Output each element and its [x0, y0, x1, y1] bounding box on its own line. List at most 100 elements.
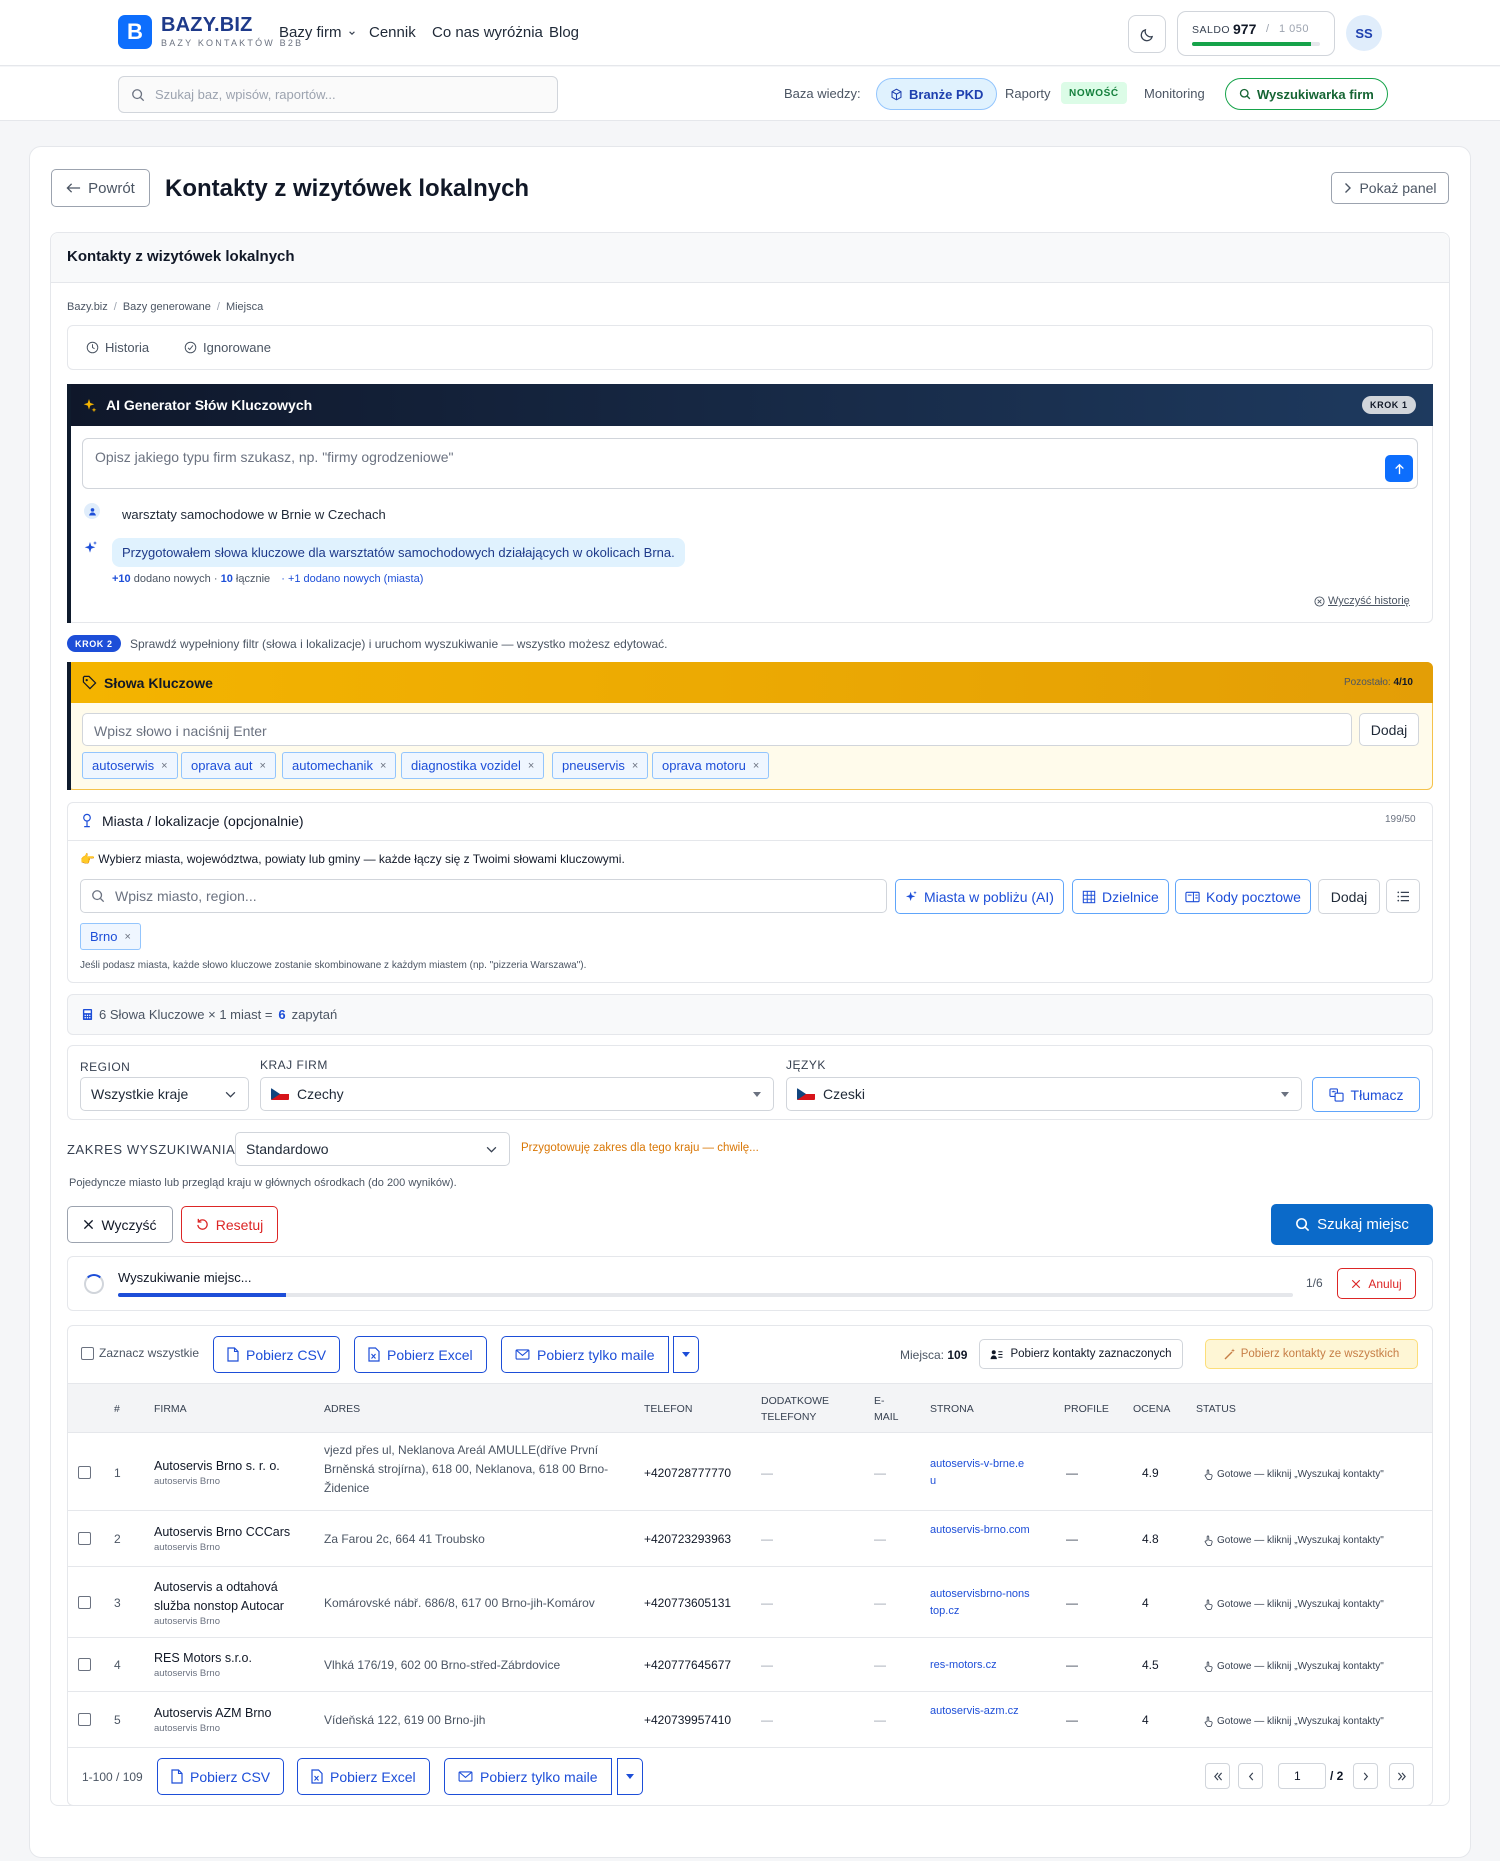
- download-emails-button[interactable]: Pobierz tylko maile: [501, 1336, 669, 1373]
- next-page-button[interactable]: [1353, 1763, 1378, 1789]
- row-checkbox[interactable]: [78, 1532, 91, 1545]
- keyword-tag[interactable]: autoserwis ×: [82, 752, 178, 779]
- keyword-tag[interactable]: automechanik ×: [282, 752, 397, 779]
- page-input[interactable]: 1: [1278, 1763, 1326, 1789]
- prev-page-button[interactable]: [1238, 1763, 1263, 1789]
- company-finder-button[interactable]: Wyszukiwarka firm: [1225, 78, 1388, 110]
- remove-tag-icon[interactable]: ×: [528, 760, 534, 772]
- country-select[interactable]: Czechy: [260, 1077, 774, 1111]
- monitoring-link[interactable]: Monitoring: [1144, 86, 1205, 101]
- table-row[interactable]: 3 Autoservis a odtahová služba nonstop Au…: [68, 1567, 1432, 1638]
- last-page-button[interactable]: [1389, 1763, 1414, 1789]
- brand-name[interactable]: BAZY.BIZ: [161, 14, 253, 37]
- website-link[interactable]: autoservis-brno.com: [930, 1522, 1030, 1539]
- back-button[interactable]: Powrót: [51, 169, 150, 207]
- website-link[interactable]: autoservisbrno-nonstop.cz: [930, 1586, 1030, 1620]
- download-excel-button[interactable]: Pobierz Excel: [354, 1336, 487, 1373]
- ignored-tab[interactable]: Ignorowane: [184, 340, 271, 355]
- scope-select[interactable]: Standardowo: [235, 1132, 510, 1166]
- pkd-industries-link[interactable]: Branże PKD: [876, 78, 998, 110]
- remove-tag-icon[interactable]: ×: [380, 760, 386, 772]
- remove-tag-icon[interactable]: ×: [161, 760, 167, 772]
- ai-prompt-input[interactable]: Opisz jakiego typu firm szukasz, np. "fi…: [82, 438, 1418, 489]
- get-selected-contacts-button[interactable]: Pobierz kontakty zaznaczonych: [979, 1339, 1183, 1369]
- add-location-button[interactable]: Dodaj: [1318, 879, 1380, 914]
- keyword-tag[interactable]: oprava aut ×: [181, 752, 276, 779]
- ai-send-button[interactable]: [1385, 455, 1413, 482]
- first-page-button[interactable]: [1205, 1763, 1230, 1789]
- cancel-button[interactable]: Anuluj: [1337, 1268, 1416, 1299]
- download-csv-button[interactable]: Pobierz CSV: [213, 1336, 341, 1373]
- translate-button[interactable]: Tłumacz: [1312, 1077, 1420, 1112]
- download-dropdown-button[interactable]: [617, 1758, 643, 1795]
- status-cell[interactable]: Gotowe — kliknij „Wyszukaj kontakty": [1204, 1657, 1384, 1676]
- add-keyword-button[interactable]: Dodaj: [1359, 713, 1419, 746]
- keyword-input[interactable]: Wpisz słowo i naciśnij Enter: [82, 713, 1352, 746]
- table-row[interactable]: 5 Autoservis AZM Brno autoservis Brno Vídeň…: [68, 1692, 1432, 1748]
- table-row[interactable]: 2 Autoservis Brno CCCars autoservis Brno Za…: [68, 1511, 1432, 1567]
- website-link[interactable]: autoservis-azm.cz: [930, 1703, 1030, 1720]
- download-dropdown-button[interactable]: [673, 1336, 699, 1373]
- list-button[interactable]: [1386, 879, 1420, 913]
- nav-cennik[interactable]: Cennik: [369, 24, 416, 41]
- download-emails-button[interactable]: Pobierz tylko maile: [444, 1758, 612, 1795]
- row-checkbox[interactable]: [78, 1713, 91, 1726]
- get-all-contacts-button[interactable]: Pobierz kontakty ze wszystkich: [1205, 1339, 1418, 1369]
- table-row[interactable]: 4 RES Motors s.r.o. autoservis Brno Vlhká 1…: [68, 1638, 1432, 1692]
- caret-down-icon: [682, 1352, 690, 1357]
- checkbox[interactable]: [81, 1346, 94, 1360]
- remove-tag-icon[interactable]: ×: [753, 760, 759, 772]
- search-places-button[interactable]: Szukaj miejsc: [1271, 1204, 1433, 1245]
- phone-cell[interactable]: +420777645677: [644, 1656, 731, 1675]
- districts-button[interactable]: Dzielnice: [1072, 879, 1169, 914]
- location-tag[interactable]: Brno ×: [80, 923, 141, 950]
- status-cell[interactable]: Gotowe — kliknij „Wyszukaj kontakty": [1204, 1465, 1384, 1484]
- postal-codes-button[interactable]: Kody pocztowe: [1175, 879, 1311, 914]
- saldo-progress-bar: [1192, 42, 1320, 46]
- tag-label: automechanik: [292, 758, 373, 773]
- breadcrumb-item[interactable]: Bazy.biz: [67, 301, 108, 313]
- region-select[interactable]: Wszystkie kraje: [80, 1077, 249, 1111]
- reports-link[interactable]: Raporty: [1005, 86, 1051, 101]
- nearby-cities-button[interactable]: Miasta w pobliżu (AI): [895, 879, 1064, 914]
- global-search-input[interactable]: Szukaj baz, wpisów, raportów...: [118, 76, 558, 113]
- download-excel-button[interactable]: Pobierz Excel: [297, 1758, 430, 1795]
- phone-cell[interactable]: +420723293963: [644, 1530, 731, 1549]
- keyword-tag[interactable]: pneuservis ×: [552, 752, 649, 779]
- keyword-tag[interactable]: oprava motoru ×: [652, 752, 770, 779]
- language-select[interactable]: Czeski: [786, 1077, 1302, 1111]
- reset-button[interactable]: Resetuj: [181, 1206, 278, 1243]
- remove-tag-icon[interactable]: ×: [124, 931, 130, 943]
- download-csv-button[interactable]: Pobierz CSV: [157, 1758, 285, 1795]
- row-number: 2: [114, 1532, 121, 1546]
- phone-cell[interactable]: +420739957410: [644, 1711, 731, 1730]
- keyword-tag[interactable]: diagnostika vozidel ×: [401, 752, 545, 779]
- saldo-widget[interactable]: SALDO 977 / 1 050: [1177, 11, 1335, 56]
- clear-button[interactable]: Wyczyść: [67, 1206, 173, 1243]
- row-checkbox[interactable]: [78, 1465, 91, 1479]
- nav-blog[interactable]: Blog: [549, 24, 579, 41]
- remove-tag-icon[interactable]: ×: [259, 760, 265, 772]
- breadcrumb-item[interactable]: Bazy generowane: [123, 301, 211, 313]
- logo-icon[interactable]: B: [118, 15, 152, 49]
- row-checkbox[interactable]: [78, 1595, 91, 1609]
- website-link[interactable]: res-motors.cz: [930, 1657, 1030, 1674]
- history-tab[interactable]: Historia: [86, 340, 149, 355]
- phone-cell[interactable]: +420728777770: [644, 1464, 731, 1483]
- user-avatar[interactable]: SS: [1346, 15, 1382, 51]
- location-input[interactable]: Wpisz miasto, region...: [80, 879, 887, 913]
- show-panel-button[interactable]: Pokaż panel: [1331, 172, 1449, 204]
- status-cell[interactable]: Gotowe — kliknij „Wyszukaj kontakty": [1204, 1712, 1384, 1731]
- clear-history-link[interactable]: Wyczyść historię: [1314, 595, 1410, 607]
- nav-co-nas-wyroznia[interactable]: Co nas wyróżnia: [432, 24, 543, 41]
- row-checkbox[interactable]: [78, 1658, 91, 1671]
- select-all-checkbox[interactable]: Zaznacz wszystkie: [81, 1346, 199, 1360]
- phone-cell[interactable]: +420773605131: [644, 1594, 731, 1613]
- table-row[interactable]: 1 Autoservis Brno s. r. o. autoservis Brno…: [68, 1434, 1432, 1511]
- status-cell[interactable]: Gotowe — kliknij „Wyszukaj kontakty": [1204, 1531, 1384, 1550]
- status-cell[interactable]: Gotowe — kliknij „Wyszukaj kontakty": [1204, 1595, 1384, 1614]
- website-link[interactable]: autoservis-v-brne.eu: [930, 1456, 1030, 1490]
- nav-bazy-firm[interactable]: Bazy firm: [279, 24, 356, 41]
- theme-toggle-button[interactable]: [1128, 15, 1166, 53]
- remove-tag-icon[interactable]: ×: [632, 760, 638, 772]
